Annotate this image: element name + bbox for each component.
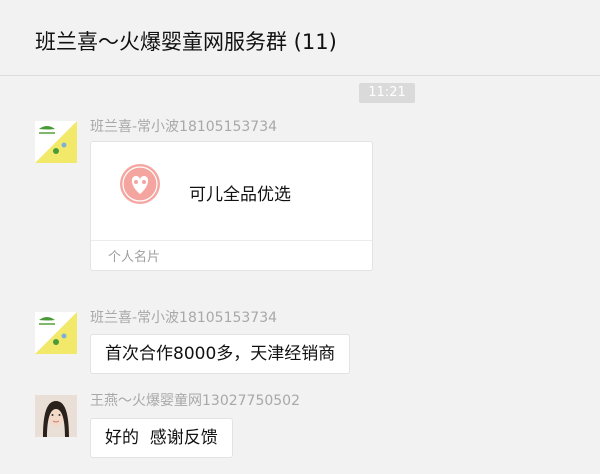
time-divider: 11:21 (359, 83, 415, 103)
sender-name: 王燕～火爆婴童网13027750502 (90, 393, 300, 409)
sender-name: 班兰喜-常小波18105153734 (90, 310, 278, 326)
message-bubble[interactable]: 好的 感谢反馈 (90, 418, 233, 458)
avatar[interactable] (35, 395, 77, 437)
card-name: 可儿全品优选 (189, 185, 291, 205)
sender-name: 班兰喜-常小波18105153734 (90, 119, 278, 135)
brand-avatar-icon (35, 312, 77, 354)
avatar[interactable] (35, 312, 77, 354)
brand-avatar-icon (35, 121, 77, 163)
chat-header: 班兰喜～火爆婴童网服务群 (11) (0, 0, 600, 76)
heart-logo-icon (120, 164, 160, 204)
card-divider (91, 240, 372, 241)
message-bubble[interactable]: 首次合作8000多，天津经销商 (90, 334, 351, 374)
chat-title: 班兰喜～火爆婴童网服务群 (11) (35, 30, 337, 54)
card-type-label: 个人名片 (108, 250, 161, 265)
contact-card[interactable]: 可儿全品优选 个人名片 (90, 141, 373, 271)
card-logo (108, 158, 172, 222)
avatar[interactable] (35, 121, 77, 163)
user-photo-avatar-icon (35, 395, 77, 437)
